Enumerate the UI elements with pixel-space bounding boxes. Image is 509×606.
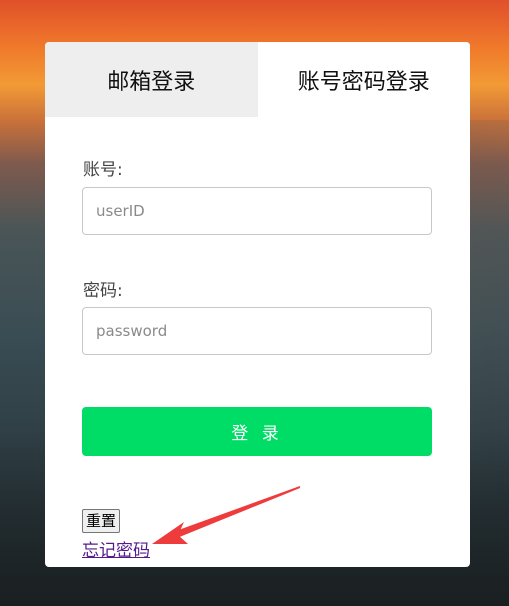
tab-email-login[interactable]: 邮箱登录 bbox=[45, 42, 258, 117]
account-input[interactable] bbox=[82, 187, 432, 235]
login-button[interactable]: 登 录 bbox=[82, 407, 432, 456]
password-input[interactable] bbox=[82, 307, 432, 355]
login-panel: 邮箱登录 账号密码登录 账号: 密码: 登 录 重置 忘记密码 bbox=[45, 42, 470, 567]
login-tabs: 邮箱登录 账号密码登录 bbox=[45, 42, 470, 117]
reset-button[interactable]: 重置 bbox=[82, 509, 121, 533]
tab-account-password-login[interactable]: 账号密码登录 bbox=[257, 42, 470, 117]
password-label: 密码: bbox=[83, 281, 123, 301]
account-label: 账号: bbox=[83, 160, 123, 180]
forgot-password-link[interactable]: 忘记密码 bbox=[82, 536, 150, 561]
